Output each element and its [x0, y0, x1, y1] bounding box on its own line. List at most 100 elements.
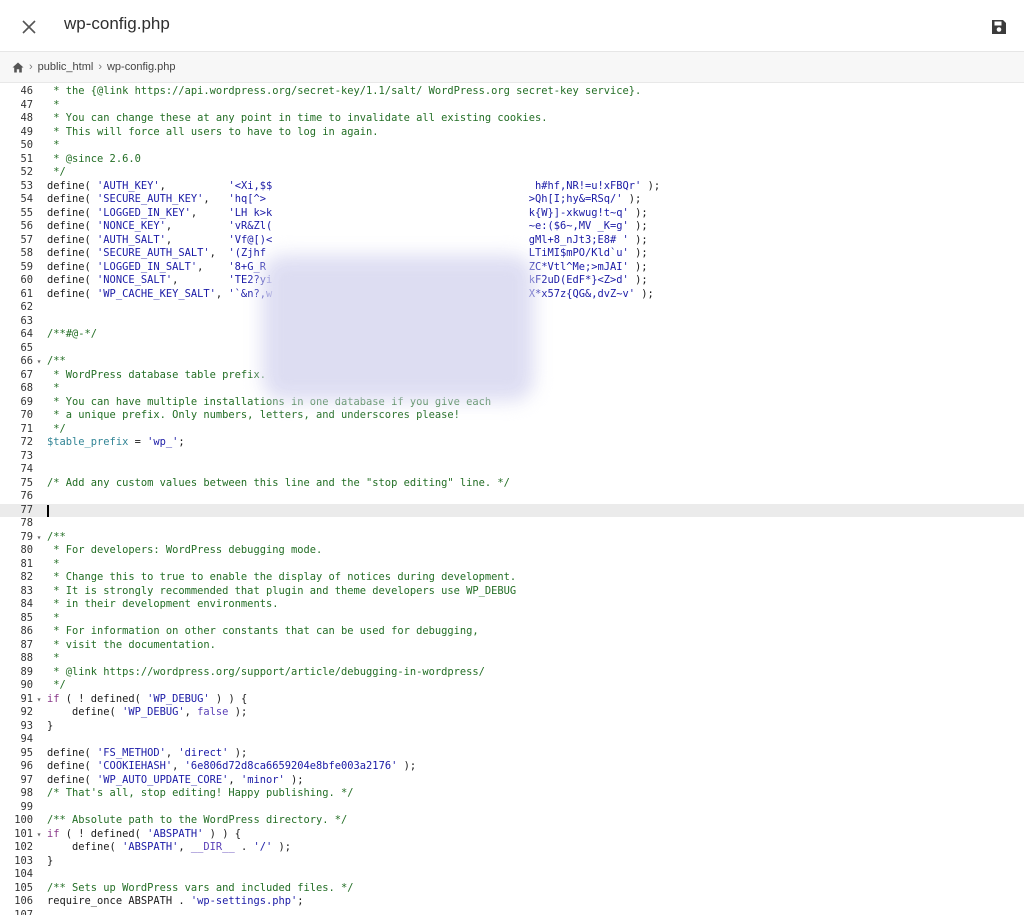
breadcrumb-public-html[interactable]: public_html	[38, 61, 94, 73]
code-line[interactable]: 85 *	[0, 612, 1024, 626]
code-line[interactable]: 93}	[0, 720, 1024, 734]
breadcrumb: › public_html › wp-config.php	[0, 52, 1024, 83]
code-line[interactable]: 98 /* That's all, stop editing! Happy pub…	[0, 787, 1024, 801]
code-text: /**	[47, 530, 66, 543]
code-line[interactable]: 102 define( 'ABSPATH', __DIR__ . '/' );	[0, 841, 1024, 855]
line-number: 84	[20, 598, 33, 610]
code-line[interactable]: 89 * @link https://wordpress.org/support…	[0, 666, 1024, 680]
line-number: 66	[20, 355, 33, 367]
code-line[interactable]: 50 *	[0, 139, 1024, 153]
line-number: 49	[20, 125, 33, 138]
fold-toggle-icon[interactable]: ▾	[35, 693, 43, 707]
code-line[interactable]: 47 *	[0, 99, 1024, 113]
code-text: * WordPress database table prefix.	[47, 368, 266, 381]
code-line[interactable]: 86 * For information on other constants …	[0, 625, 1024, 639]
code-line[interactable]: 96 define( 'COOKIEHASH', '6e806d72d8ca665…	[0, 760, 1024, 774]
code-line[interactable]: 103}	[0, 855, 1024, 869]
code-line[interactable]: 100 /** Absolute path to the WordPress di…	[0, 814, 1024, 828]
code-line[interactable]: 51 * @since 2.6.0	[0, 153, 1024, 167]
code-line[interactable]: 70 * a unique prefix. Only numbers, lett…	[0, 409, 1024, 423]
code-line[interactable]: 74	[0, 463, 1024, 477]
code-line[interactable]: 52 */	[0, 166, 1024, 180]
code-line[interactable]: 83 * It is strongly recommended that plu…	[0, 585, 1024, 599]
code-editor[interactable]: 46 * the {@link https://api.wordpress.or…	[0, 85, 1024, 915]
code-line[interactable]: 77	[0, 503, 1024, 517]
code-line[interactable]: 80 * For developers: WordPress debugging…	[0, 544, 1024, 558]
code-line[interactable]: 91 ▾ if ( ! defined( 'WP_DEBUG' ) ) {	[0, 693, 1024, 707]
code-text: /* Add any custom values between this li…	[47, 476, 510, 489]
line-number: 82	[20, 571, 33, 583]
code-text: if ( ! defined( 'ABSPATH' ) ) {	[47, 827, 241, 840]
line-number: 90	[20, 679, 33, 691]
code-text: define( 'WP_DEBUG', false );	[47, 706, 248, 718]
code-text: define( 'WP_AUTO_UPDATE_CORE', 'minor' )…	[47, 773, 304, 786]
code-text: define( 'AUTH_SALT', 'Vf@[)< gMl+8_nJt3;…	[47, 233, 648, 246]
code-line[interactable]: 106 require_once ABSPATH . 'wp-settings.p…	[0, 895, 1024, 909]
code-line[interactable]: 105 /** Sets up WordPress vars and includ…	[0, 882, 1024, 896]
code-line[interactable]: 94	[0, 733, 1024, 747]
code-line[interactable]: 88 *	[0, 652, 1024, 666]
breadcrumb-file[interactable]: wp-config.php	[107, 61, 176, 73]
line-number: 93	[20, 719, 33, 732]
code-line[interactable]: 55 define( 'LOGGED_IN_KEY', 'LH k>k k{W}]…	[0, 207, 1024, 221]
line-number: 92	[20, 706, 33, 718]
line-number: 97	[20, 773, 33, 786]
code-line[interactable]: 79 ▾ /**	[0, 531, 1024, 545]
save-button[interactable]	[987, 15, 1011, 39]
fold-toggle-icon[interactable]: ▾	[35, 531, 43, 545]
code-line[interactable]: 56 define( 'NONCE_KEY', 'vR&Zl( ~e:($6~,M…	[0, 220, 1024, 234]
line-number: 47	[20, 98, 33, 111]
code-text: * the {@link https://api.wordpress.org/s…	[47, 85, 642, 97]
line-number: 54	[20, 193, 33, 205]
fold-toggle-icon[interactable]: ▾	[35, 828, 43, 842]
code-line[interactable]: 76	[0, 490, 1024, 504]
code-line[interactable]: 92 define( 'WP_DEBUG', false );	[0, 706, 1024, 720]
line-number: 95	[20, 746, 33, 759]
code-text: * For information on other constants tha…	[47, 625, 479, 637]
code-text: require_once ABSPATH . 'wp-settings.php'…	[47, 895, 304, 907]
line-number: 98	[20, 787, 33, 799]
code-line[interactable]: 104	[0, 868, 1024, 882]
code-lines: 46 * the {@link https://api.wordpress.or…	[0, 85, 1024, 915]
code-line[interactable]: 48 * You can change these at any point i…	[0, 112, 1024, 126]
code-text: */	[47, 679, 66, 691]
code-line[interactable]: 97 define( 'WP_AUTO_UPDATE_CORE', 'minor'…	[0, 774, 1024, 788]
code-text: if ( ! defined( 'WP_DEBUG' ) ) {	[47, 692, 248, 705]
code-line[interactable]: 107	[0, 909, 1024, 915]
line-number: 91	[20, 692, 33, 705]
code-line[interactable]: 101 ▾ if ( ! defined( 'ABSPATH' ) ) {	[0, 828, 1024, 842]
code-text: /**#@-*/	[47, 328, 98, 340]
code-line[interactable]: 81 *	[0, 558, 1024, 572]
line-number: 64	[20, 328, 33, 340]
code-line[interactable]: 78	[0, 517, 1024, 531]
code-line[interactable]: 46 * the {@link https://api.wordpress.or…	[0, 85, 1024, 99]
code-line[interactable]: 84 * in their development environments.	[0, 598, 1024, 612]
code-line[interactable]: 53 define( 'AUTH_KEY', '<Xi,$$ h#hf,NR!=u…	[0, 180, 1024, 194]
code-line[interactable]: 75 /* Add any custom values between this …	[0, 477, 1024, 491]
line-number: 51	[20, 152, 33, 165]
code-line[interactable]: 82 * Change this to true to enable the d…	[0, 571, 1024, 585]
code-line[interactable]: 72 $table_prefix = 'wp_';	[0, 436, 1024, 450]
fold-toggle-icon[interactable]: ▾	[35, 355, 43, 369]
code-line[interactable]: 95 define( 'FS_METHOD', 'direct' );	[0, 747, 1024, 761]
code-line[interactable]: 71 */	[0, 423, 1024, 437]
code-line[interactable]: 73	[0, 450, 1024, 464]
code-line[interactable]: 87 * visit the documentation.	[0, 639, 1024, 653]
line-number: 99	[20, 800, 33, 813]
code-line[interactable]: 54 define( 'SECURE_AUTH_KEY', 'hq[^> >Qh[…	[0, 193, 1024, 207]
code-text: * It is strongly recommended that plugin…	[47, 584, 517, 597]
code-line[interactable]: 57 define( 'AUTH_SALT', 'Vf@[)< gMl+8_nJt…	[0, 234, 1024, 248]
code-text: define( 'AUTH_KEY', '<Xi,$$ h#hf,NR!=u!x…	[47, 179, 661, 192]
line-number: 46	[20, 85, 33, 97]
code-text: define( 'ABSPATH', __DIR__ . '/' );	[47, 841, 292, 853]
line-number: 76	[20, 490, 33, 502]
code-line[interactable]: 90 */	[0, 679, 1024, 693]
code-line[interactable]: 49 * This will force all users to have t…	[0, 126, 1024, 140]
line-number: 102	[14, 841, 33, 853]
code-line[interactable]: 99	[0, 801, 1024, 815]
home-icon[interactable]	[12, 62, 24, 73]
code-text: *	[47, 98, 60, 111]
line-number: 94	[20, 733, 33, 745]
line-number: 50	[20, 139, 33, 151]
close-button[interactable]	[17, 15, 41, 39]
